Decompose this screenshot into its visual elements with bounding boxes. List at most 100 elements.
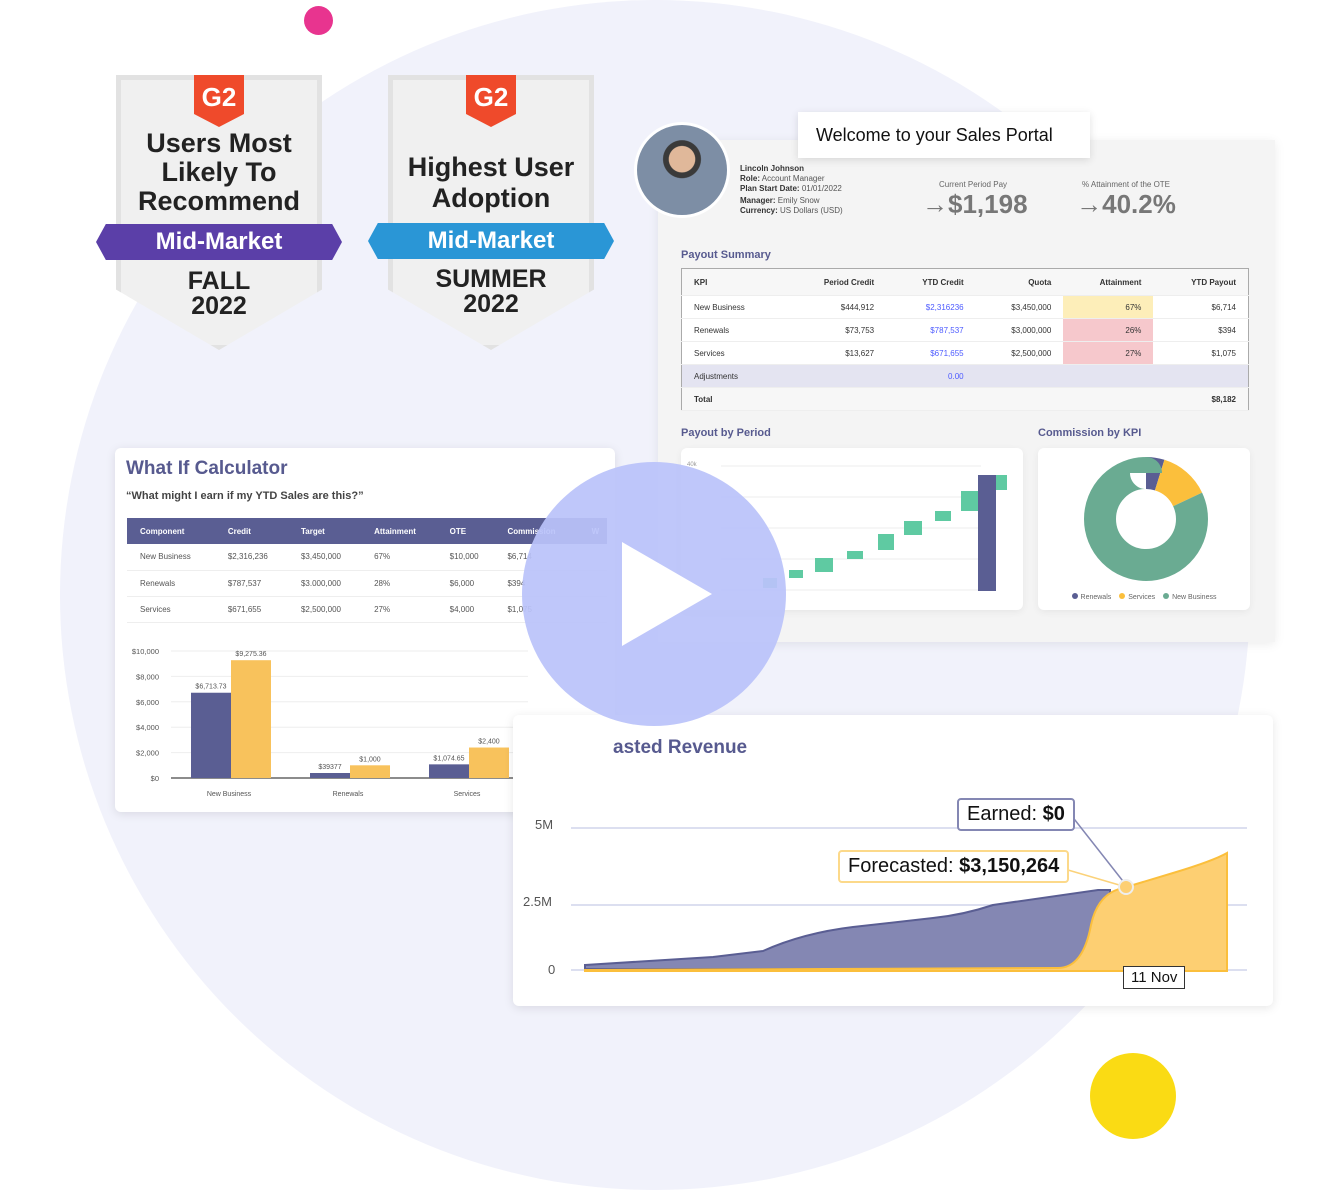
table-cell: $8,182 — [1211, 394, 1236, 404]
table-cell: $2,500,000 — [287, 596, 362, 623]
table-cell: $394 — [1218, 325, 1236, 335]
legend-label: New Business — [1172, 594, 1217, 601]
table-cell: $2,316,236 — [214, 544, 288, 571]
table-cell: $671,655 — [930, 348, 964, 358]
legend-dot — [1071, 593, 1078, 599]
table-row: Services $13,627 $671,655 $2,500,000 27% $1,0… — [681, 341, 1249, 365]
table-cell: 27% — [361, 596, 437, 623]
bar-label: $2,400 — [478, 739, 500, 746]
kpi-value: →40.2% — [1076, 189, 1176, 219]
play-video-button[interactable] — [522, 462, 786, 726]
bar — [350, 765, 390, 778]
table-cell — [784, 365, 886, 388]
manager: Emily Snow — [777, 196, 820, 205]
category-label: New Business — [207, 791, 252, 798]
earned-area — [584, 889, 1111, 970]
table-cell: Adjustments — [694, 371, 739, 381]
badge-season: FALL — [187, 267, 251, 295]
date-marker: 11 Nov — [1123, 966, 1186, 989]
table-cell: $3.000,000 — [287, 570, 362, 597]
axis-tick: $6,000 — [136, 698, 159, 707]
column-header: Attainment — [361, 518, 437, 544]
kpi-value: →$1,198 — [922, 189, 1028, 219]
section-title: Payout Summary — [681, 249, 771, 261]
column-header: Quota — [975, 268, 1064, 296]
table-cell: New Business — [127, 544, 215, 571]
bar-label: $39377 — [318, 764, 341, 771]
waterfall-bar — [847, 551, 863, 559]
badge-title: Adoption — [431, 183, 551, 213]
kpi-label: % Attainment of the OTE — [1081, 180, 1171, 189]
badge-year: 2022 — [463, 290, 519, 318]
waterfall-bar — [789, 570, 803, 578]
g2-badge-recommend: G2 Users Most Likely To Recommend Mid-Ma… — [96, 75, 342, 355]
currency: US Dollars (USD) — [780, 206, 843, 215]
table-cell: $73,753 — [845, 325, 875, 335]
table-cell: 67% — [1063, 295, 1154, 319]
table-cell: 26% — [1063, 318, 1154, 342]
section-title: Payout by Period — [681, 427, 771, 439]
label: Manager: — [740, 196, 776, 205]
bar — [429, 764, 469, 778]
ote-attainment: % Attainment of the OTE →40.2% — [1068, 180, 1184, 220]
section-title: Commission by KPI — [1038, 427, 1142, 439]
forecasted-revenue-card: asted Revenue 5M 2.5M 0 Earned: $0 Forec… — [513, 715, 1273, 1006]
badge-title: Highest User — [407, 152, 575, 182]
table-cell: $3,450,000 — [1011, 302, 1052, 312]
bar — [231, 660, 271, 778]
decorative-dot — [304, 6, 333, 35]
table-cell: Total — [694, 394, 713, 404]
table-cell: 67% — [361, 544, 437, 571]
table-cell: 27% — [1063, 341, 1154, 365]
table-cell: $1,075 — [1211, 348, 1236, 358]
hover-point — [1118, 879, 1134, 895]
plan-start-date: 01/01/2022 — [801, 184, 842, 193]
table-row: Renewals $73,753 $787,537 $3,000,000 26% $394 — [681, 318, 1249, 342]
avatar — [634, 122, 730, 218]
axis-tick: $2,000 — [136, 749, 159, 758]
tooltip-label: Earned: — [967, 803, 1038, 825]
table-cell: $4,000 — [436, 596, 495, 623]
category-label: Renewals — [333, 791, 364, 798]
column-header: Target — [287, 518, 362, 544]
column-header: OTE — [436, 518, 495, 544]
waterfall-bar — [815, 558, 833, 572]
table-cell: $671,655 — [214, 596, 288, 623]
axis-tick: $0 — [151, 774, 159, 783]
legend-label: Services — [1128, 594, 1156, 601]
current-period-pay: Current Period Pay →$1,198 — [922, 180, 1028, 220]
column-header: Attainment — [1063, 268, 1154, 296]
table-cell — [784, 388, 1153, 411]
column-header: Credit — [214, 518, 288, 544]
card-subtitle: “What might I earn if my YTD Sales are t… — [126, 490, 364, 502]
legend-item: Renewals — [1071, 593, 1112, 601]
user-info: Lincoln Johnson Role: Account Manager Pl… — [740, 164, 843, 216]
total-row: Total $8,182 — [681, 387, 1249, 411]
category-label: Services — [454, 791, 481, 798]
axis-tick: $4,000 — [136, 723, 159, 732]
legend-label: Renewals — [1080, 594, 1112, 601]
table-cell: $3,450,000 — [287, 544, 362, 571]
earned-tooltip: Earned: $0 — [957, 798, 1075, 831]
badge-title: Recommend — [137, 186, 301, 216]
legend-item: New Business — [1163, 593, 1217, 601]
commission-by-kpi-chart: Renewals Services New Business — [1038, 448, 1250, 610]
badge-ribbon: Mid-Market — [96, 224, 342, 260]
user-role: Account Manager — [761, 174, 825, 183]
table-cell: $787,537 — [930, 325, 964, 335]
forecast-tooltip: Forecasted: $3,150,264 — [838, 850, 1070, 883]
column-header: Period Credit — [784, 268, 887, 296]
play-icon — [622, 542, 712, 646]
bar — [191, 692, 231, 778]
table-cell: $6,000 — [436, 570, 495, 597]
tooltip-label: Forecasted: — [848, 855, 954, 877]
waterfall-bar — [878, 534, 894, 550]
adjustments-row: Adjustments 0.00 — [681, 364, 1249, 388]
badge-title: Likely To — [161, 157, 277, 187]
table-cell: $787,537 — [214, 570, 288, 597]
column-header: KPI — [681, 268, 785, 296]
table-cell — [976, 365, 1249, 388]
badge-year: 2022 — [191, 292, 247, 320]
tooltip-value: $3,150,264 — [959, 855, 1060, 877]
bar — [469, 747, 509, 778]
